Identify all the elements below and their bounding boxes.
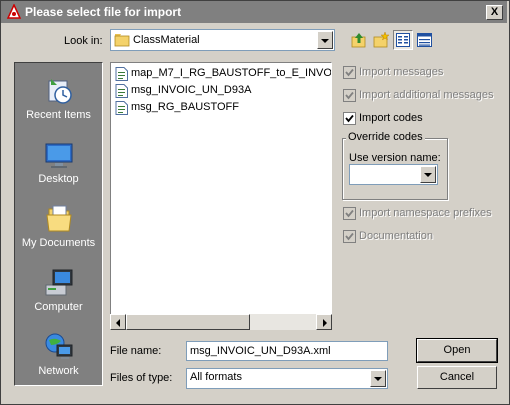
place-desktop[interactable]: Desktop bbox=[15, 135, 102, 197]
file-name-label: File name: bbox=[110, 345, 162, 357]
place-label: Recent Items bbox=[26, 109, 91, 121]
place-computer[interactable]: Computer bbox=[15, 263, 102, 325]
files-of-type-combo[interactable]: All formats bbox=[186, 368, 388, 389]
cancel-button[interactable]: Cancel bbox=[417, 366, 497, 389]
horizontal-scrollbar[interactable] bbox=[110, 314, 332, 330]
place-my-documents[interactable]: My Documents bbox=[15, 199, 102, 261]
files-of-type-value: All formats bbox=[190, 371, 242, 383]
check-icon bbox=[345, 209, 354, 218]
place-label: Computer bbox=[34, 301, 83, 313]
scroll-left-button[interactable] bbox=[110, 314, 126, 330]
scroll-right-button[interactable] bbox=[316, 314, 332, 330]
chevron-right-icon bbox=[323, 319, 327, 327]
my-documents-icon bbox=[46, 205, 72, 232]
look-in-label: Look in: bbox=[64, 35, 103, 47]
file-list[interactable]: map_M7_I_RG_BAUSTOFF_to_E_INVOIC_UN_D93A… bbox=[110, 62, 332, 330]
network-icon bbox=[45, 333, 73, 359]
file-name: msg_RG_BAUSTOFF bbox=[131, 101, 239, 113]
place-network[interactable]: Network bbox=[15, 327, 102, 389]
file-name-value: msg_INVOIC_UN_D93A.xml bbox=[190, 345, 331, 357]
version-dropdown-arrow[interactable] bbox=[420, 166, 436, 183]
place-recent-items[interactable]: Recent Items bbox=[15, 71, 102, 133]
use-version-label: Use version name: bbox=[349, 152, 441, 164]
look-in-dropdown-arrow[interactable] bbox=[317, 31, 333, 49]
version-name-combo[interactable] bbox=[349, 164, 438, 185]
import-codes-checkbox[interactable] bbox=[343, 112, 356, 125]
place-label: My Documents bbox=[21, 237, 96, 249]
import-codes-label: Import codes bbox=[359, 112, 423, 124]
open-button[interactable]: Open bbox=[416, 338, 498, 363]
import-additional-checkbox[interactable] bbox=[343, 89, 356, 102]
check-icon bbox=[345, 114, 354, 123]
look-in-value: ClassMaterial bbox=[133, 34, 200, 46]
check-icon bbox=[345, 91, 354, 100]
documentation-checkbox[interactable] bbox=[343, 230, 356, 243]
app-icon bbox=[6, 4, 22, 19]
files-of-type-dropdown-arrow[interactable] bbox=[370, 370, 386, 387]
check-icon bbox=[345, 232, 354, 241]
xml-file-icon bbox=[115, 84, 128, 98]
file-name: map_M7_I_RG_BAUSTOFF_to_E_INVOIC_UN_D93A bbox=[131, 67, 332, 79]
close-button[interactable]: X bbox=[486, 5, 503, 20]
documentation-label: Documentation bbox=[359, 230, 433, 242]
import-namespace-label: Import namespace prefixes bbox=[359, 207, 492, 219]
import-messages-checkbox[interactable] bbox=[343, 66, 356, 79]
place-label: Network bbox=[38, 365, 79, 377]
file-name: msg_INVOIC_UN_D93A bbox=[131, 84, 252, 96]
desktop-icon bbox=[45, 143, 73, 168]
new-folder-icon[interactable] bbox=[372, 31, 390, 49]
import-messages-label: Import messages bbox=[359, 66, 444, 78]
places-bar: Recent Items Desktop My Documents Comput… bbox=[14, 62, 103, 386]
list-view-icon bbox=[396, 33, 410, 47]
computer-icon bbox=[45, 269, 73, 296]
up-folder-icon[interactable] bbox=[350, 31, 368, 49]
file-name-input[interactable]: msg_INVOIC_UN_D93A.xml bbox=[186, 341, 388, 361]
recent-items-icon bbox=[48, 79, 72, 104]
title-bar[interactable]: Please select file for import X bbox=[1, 1, 507, 23]
folder-icon bbox=[114, 34, 130, 47]
list-view-toggle[interactable] bbox=[393, 30, 413, 50]
look-in-combo[interactable]: ClassMaterial bbox=[110, 29, 335, 51]
chevron-left-icon bbox=[116, 319, 120, 327]
files-of-type-label: Files of type: bbox=[110, 372, 173, 384]
import-namespace-checkbox[interactable] bbox=[343, 207, 356, 220]
xml-file-icon bbox=[115, 67, 128, 81]
details-view-icon[interactable] bbox=[416, 31, 434, 49]
scroll-thumb[interactable] bbox=[126, 314, 250, 330]
check-icon bbox=[345, 68, 354, 77]
override-codes-title: Override codes bbox=[346, 131, 425, 143]
place-label: Desktop bbox=[38, 173, 79, 185]
window-title: Please select file for import bbox=[25, 5, 182, 19]
import-additional-label: Import additional messages bbox=[359, 89, 494, 101]
xml-file-icon bbox=[115, 101, 128, 115]
